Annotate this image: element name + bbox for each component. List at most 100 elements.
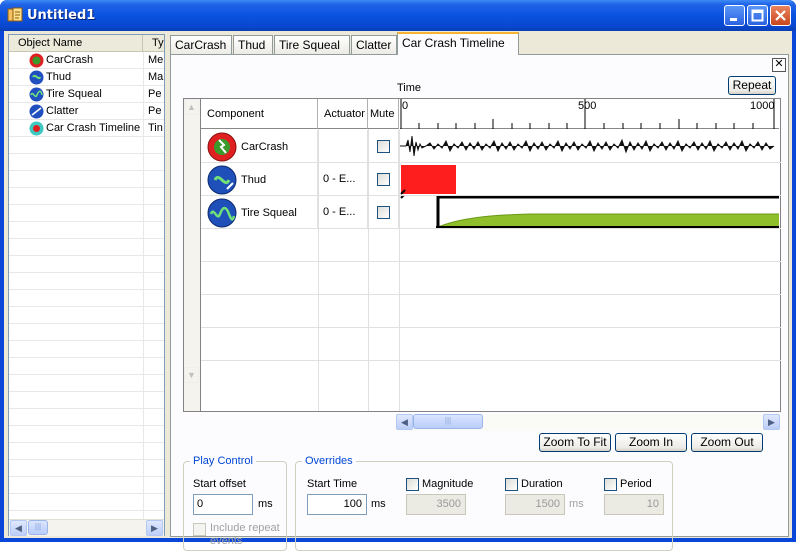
empty-row (9, 171, 164, 188)
table-row[interactable]: Tire Squeal 0 - E... (201, 196, 781, 229)
actuator-cell[interactable] (318, 130, 368, 163)
minimize-button[interactable] (724, 5, 745, 26)
duration-unit: ms (569, 498, 584, 510)
tab-tire-squeal[interactable]: Tire Squeal (274, 35, 350, 54)
list-item[interactable]: Thud Ma (9, 69, 164, 86)
include-repeat-label: Include repeat (210, 522, 280, 534)
thud-event-bar[interactable] (400, 163, 779, 196)
ruler-label-0: 0 (402, 100, 409, 112)
scroll-down-button[interactable]: ▼ (184, 367, 199, 383)
duration-label: Duration (521, 478, 563, 490)
list-item-type: Ma (148, 71, 164, 83)
list-item[interactable]: CarCrash Me (9, 52, 164, 69)
tire-squeal-envelope[interactable] (400, 196, 779, 229)
start-offset-input[interactable]: 0 (193, 494, 253, 515)
mute-checkbox[interactable] (377, 140, 390, 153)
column-header-mute[interactable]: Mute (368, 99, 399, 129)
timeline-vscrollbar[interactable]: ▲ ▼ (184, 99, 200, 411)
timeline-grid: ▲ ▼ Component Actuator Mute 0 500 1000 C… (183, 98, 781, 412)
duration-input[interactable]: 1500 (505, 494, 565, 515)
empty-row (9, 341, 164, 358)
pane-splitter[interactable] (165, 31, 169, 538)
scroll-right-button[interactable]: ▶ (146, 520, 163, 536)
column-header-type[interactable]: Ty (144, 35, 164, 52)
maximize-icon (751, 9, 764, 22)
component-cell: CarCrash (201, 130, 318, 163)
zoom-out-button[interactable]: Zoom Out (691, 433, 763, 452)
list-item[interactable]: Clatter Pe (9, 103, 164, 120)
actuator-cell[interactable]: 0 - E... (318, 163, 368, 196)
zoom-to-fit-button[interactable]: Zoom To Fit (539, 433, 611, 452)
magnitude-label: Magnitude (422, 478, 474, 490)
start-time-input[interactable]: 100 (307, 494, 367, 515)
period-checkbox[interactable] (604, 478, 617, 491)
tab-carcrash[interactable]: CarCrash (170, 35, 232, 54)
minimize-icon (730, 18, 737, 21)
period-input[interactable]: 10 (604, 494, 664, 515)
object-list[interactable]: Object Name Ty CarCrash Me Thud Ma Tire … (8, 34, 165, 536)
list-item-name: Thud (46, 71, 72, 83)
window-title: Untitled1 (27, 8, 96, 23)
magnitude-checkbox[interactable] (406, 478, 419, 491)
tab-clatter[interactable]: Clatter (351, 35, 397, 54)
scroll-left-button[interactable]: ◀ (10, 520, 27, 536)
table-row[interactable]: Thud 0 - E... (201, 163, 781, 196)
empty-row (9, 477, 164, 494)
overrides-group: Overrides Start Time 100 ms Magnitude 35… (295, 455, 673, 551)
play-control-group: Play Control Start offset 0 ms Include r… (183, 455, 287, 551)
empty-row (9, 307, 164, 324)
tab-thud[interactable]: Thud (233, 35, 273, 54)
column-header-object-name[interactable]: Object Name (9, 35, 143, 52)
scroll-up-button[interactable]: ▲ (184, 99, 199, 115)
repeat-button[interactable]: Repeat (728, 76, 776, 95)
timeline-panel: ✕ Repeat Time ▲ ▼ Component Actuator Mut… (170, 54, 789, 551)
empty-row (9, 443, 164, 460)
column-header-actuator[interactable]: Actuator (318, 99, 368, 129)
mute-checkbox[interactable] (377, 173, 390, 186)
list-item-name: Car Crash Timeline (46, 122, 141, 134)
tab-car-crash-timeline[interactable]: Car Crash Timeline (397, 32, 519, 55)
empty-row (9, 239, 164, 256)
list-item-name: Tire Squeal (46, 88, 102, 100)
carcrash-icon (207, 132, 237, 162)
list-item-type: Pe (148, 105, 162, 117)
scroll-right-button[interactable]: ▶ (763, 414, 780, 430)
actuator-cell[interactable]: 0 - E... (318, 196, 368, 229)
close-window-button[interactable] (770, 5, 791, 26)
scroll-left-button[interactable]: ◀ (396, 414, 413, 430)
column-header-component[interactable]: Component (201, 99, 318, 129)
scroll-thumb[interactable]: ||| (413, 414, 483, 429)
mute-checkbox[interactable] (377, 206, 390, 219)
list-item[interactable]: Tire Squeal Pe (9, 86, 164, 103)
scroll-thumb[interactable]: ||| (28, 520, 48, 535)
table-row[interactable]: CarCrash (201, 130, 781, 163)
list-item[interactable]: Car Crash Timeline Tin (9, 120, 164, 137)
empty-row (201, 229, 781, 262)
empty-row (9, 426, 164, 443)
empty-row (9, 324, 164, 341)
empty-row (9, 358, 164, 375)
close-panel-button[interactable]: ✕ (772, 58, 786, 72)
time-ruler[interactable]: 0 500 1000 (400, 99, 779, 129)
timeline-hscrollbar[interactable]: ◀ ||| ▶ (396, 414, 780, 431)
maximize-button[interactable] (747, 5, 768, 26)
client-area: Object Name Ty CarCrash Me Thud Ma Tire … (4, 31, 792, 551)
app-icon (7, 7, 23, 22)
empty-row (9, 392, 164, 409)
title-bar[interactable]: Untitled1 (0, 0, 796, 31)
object-list-hscrollbar[interactable]: ◀ ||| ▶ (9, 519, 164, 536)
start-offset-unit: ms (258, 498, 273, 510)
list-item-name: Clatter (46, 105, 79, 117)
carcrash-waveform[interactable] (400, 130, 779, 163)
component-name: Tire Squeal (241, 207, 297, 219)
mute-cell (368, 163, 399, 196)
empty-row (201, 361, 781, 394)
magnitude-input[interactable]: 3500 (406, 494, 466, 515)
include-repeat-checkbox[interactable] (193, 523, 206, 536)
period-label: Period (620, 478, 652, 490)
empty-row (9, 273, 164, 290)
empty-row (9, 494, 164, 511)
duration-checkbox[interactable] (505, 478, 518, 491)
zoom-in-button[interactable]: Zoom In (615, 433, 687, 452)
empty-row (9, 222, 164, 239)
